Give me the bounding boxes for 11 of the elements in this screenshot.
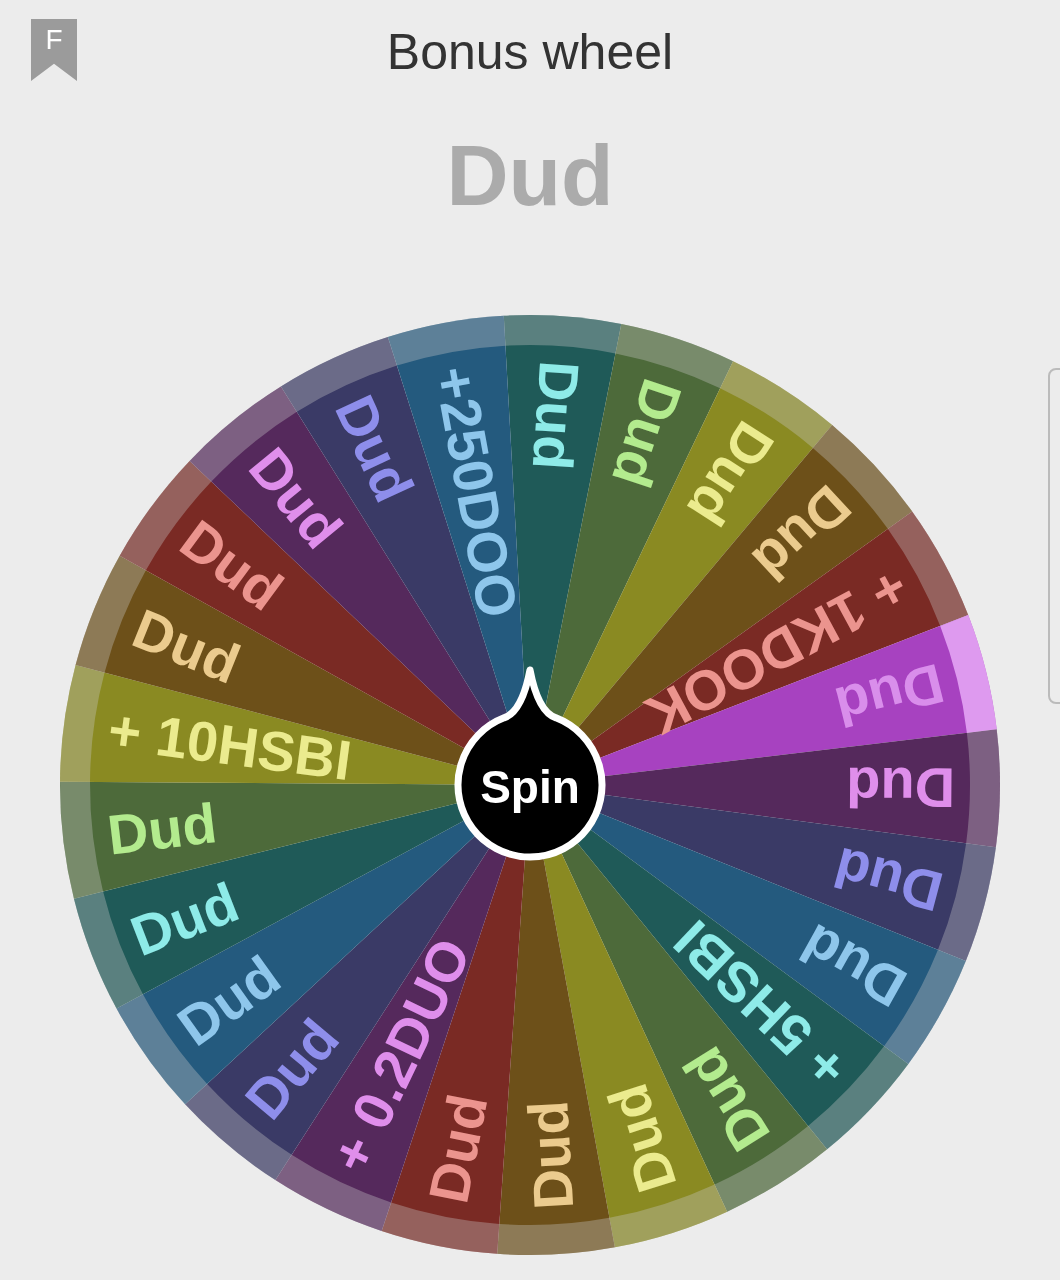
segment-label: Dud xyxy=(516,1098,586,1212)
segment-label: Dud xyxy=(827,835,949,924)
segment-label: Dud xyxy=(599,371,695,495)
segment-label: + 10HSBI xyxy=(104,697,356,793)
spin-button[interactable]: Spin xyxy=(454,666,606,861)
segment-label: Dud xyxy=(845,755,956,820)
segment-label: Dud xyxy=(595,1076,689,1200)
result-text: Dud xyxy=(445,132,615,225)
page-title: Bonus wheel xyxy=(386,27,674,77)
segment-label: Dud xyxy=(104,791,220,867)
segment-label: Dud xyxy=(122,869,247,969)
